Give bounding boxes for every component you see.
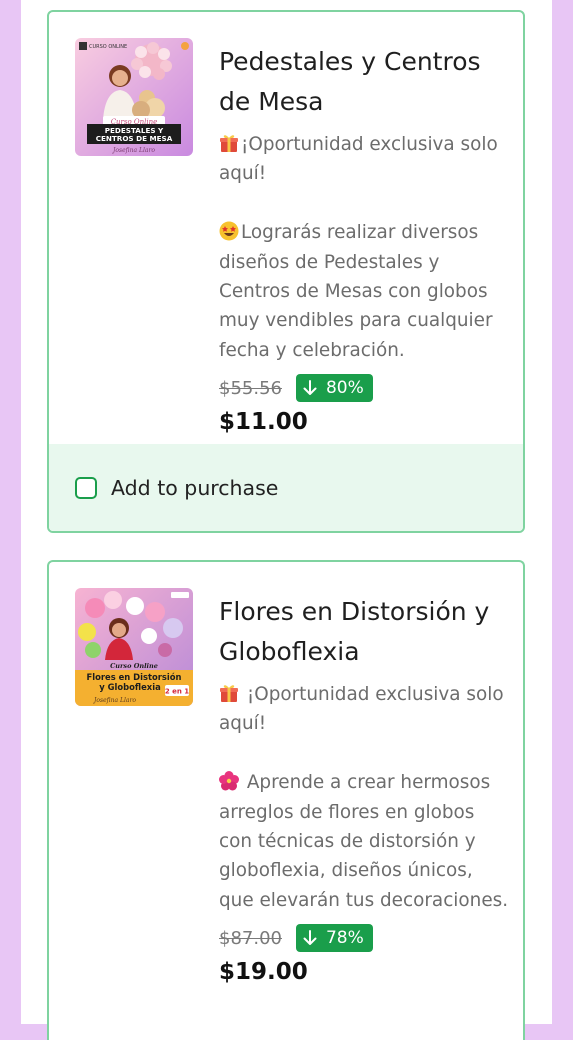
thumb-line2: CENTROS DE MESA: [96, 134, 173, 143]
order-bump-card: CURSO ONLINE Curso Online PEDESTALES Y C…: [47, 10, 525, 533]
product-thumbnail: CURSO ONLINE Curso Online PEDESTALES Y C…: [75, 38, 193, 156]
product-description: ¡Oportunidad exclusiva solo aquí! Lograr…: [219, 130, 509, 365]
svg-text:CURSO ONLINE: CURSO ONLINE: [89, 44, 127, 50]
offer-line: ¡Oportunidad exclusiva solo aquí!: [219, 134, 498, 185]
thumb-tag: Curso Online: [110, 662, 158, 670]
product-title: Flores en Distorsión y Globoflexia: [219, 597, 490, 666]
product-info: Flores en Distorsión y Globoflexia ¡Opor…: [219, 592, 509, 989]
sale-price: $19.00: [219, 959, 308, 986]
discount-percent: 80%: [325, 378, 364, 399]
discount-percent: 78%: [325, 928, 364, 949]
thumb-line1: Flores en Distorsión: [87, 672, 182, 682]
price-row: $87.00 78%: [219, 923, 509, 953]
gift-icon: [220, 135, 238, 152]
description-text: Lograrás realizar diversos diseños de Pe…: [219, 222, 493, 361]
original-price: $55.56: [219, 377, 282, 399]
gift-icon: [220, 685, 238, 702]
thumb-signature: Josefina Llaro: [111, 147, 155, 154]
order-bump-card: Curso Online Flores en Distorsión y Glob…: [47, 560, 525, 1040]
discount-badge: 78%: [295, 924, 373, 953]
thumb-badge: 2 en 1: [165, 688, 189, 696]
arrow-down-icon: [303, 930, 317, 946]
original-price: $87.00: [219, 927, 282, 949]
arrow-down-icon: [303, 380, 317, 396]
thumb-line2: y Globoflexia: [99, 682, 160, 692]
product-info: Pedestales y Centros de Mesa ¡Oportunida…: [219, 42, 509, 439]
add-to-purchase-checkbox[interactable]: [75, 476, 97, 499]
description-text: Aprende a crear hermosos arreglos de flo…: [219, 772, 509, 911]
product-thumbnail: Curso Online Flores en Distorsión y Glob…: [75, 588, 193, 706]
add-to-purchase-row[interactable]: Add to purchase: [49, 444, 523, 531]
star-eyes-emoji-icon: [219, 221, 239, 241]
hibiscus-icon: [219, 771, 239, 791]
checkout-page: CURSO ONLINE Curso Online PEDESTALES Y C…: [21, 0, 552, 1040]
add-to-purchase-label[interactable]: Add to purchase: [111, 476, 278, 500]
product-title: Pedestales y Centros de Mesa: [219, 47, 481, 116]
price-row: $55.56 80%: [219, 373, 509, 403]
offer-line: ¡Oportunidad exclusiva solo aquí!: [219, 684, 504, 735]
product-description: ¡Oportunidad exclusiva solo aquí! Aprend…: [219, 680, 509, 915]
sale-price: $11.00: [219, 409, 308, 436]
discount-badge: 80%: [295, 374, 373, 403]
thumb-signature: Josefina Llaro: [92, 697, 136, 704]
